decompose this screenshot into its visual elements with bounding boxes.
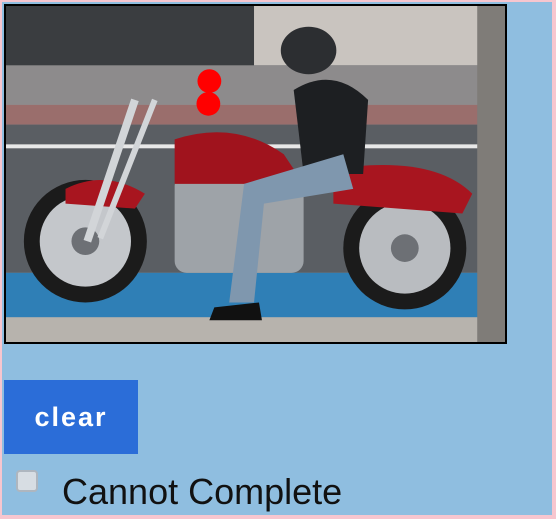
annotation-panel: clear Cannot Complete — [2, 2, 552, 515]
clear-button[interactable]: clear — [4, 380, 138, 454]
motorcycle-photo[interactable] — [6, 6, 505, 342]
cannot-complete-label[interactable]: Cannot Complete — [62, 472, 342, 512]
image-canvas[interactable] — [4, 4, 507, 344]
cannot-complete-checkbox[interactable] — [16, 470, 38, 492]
